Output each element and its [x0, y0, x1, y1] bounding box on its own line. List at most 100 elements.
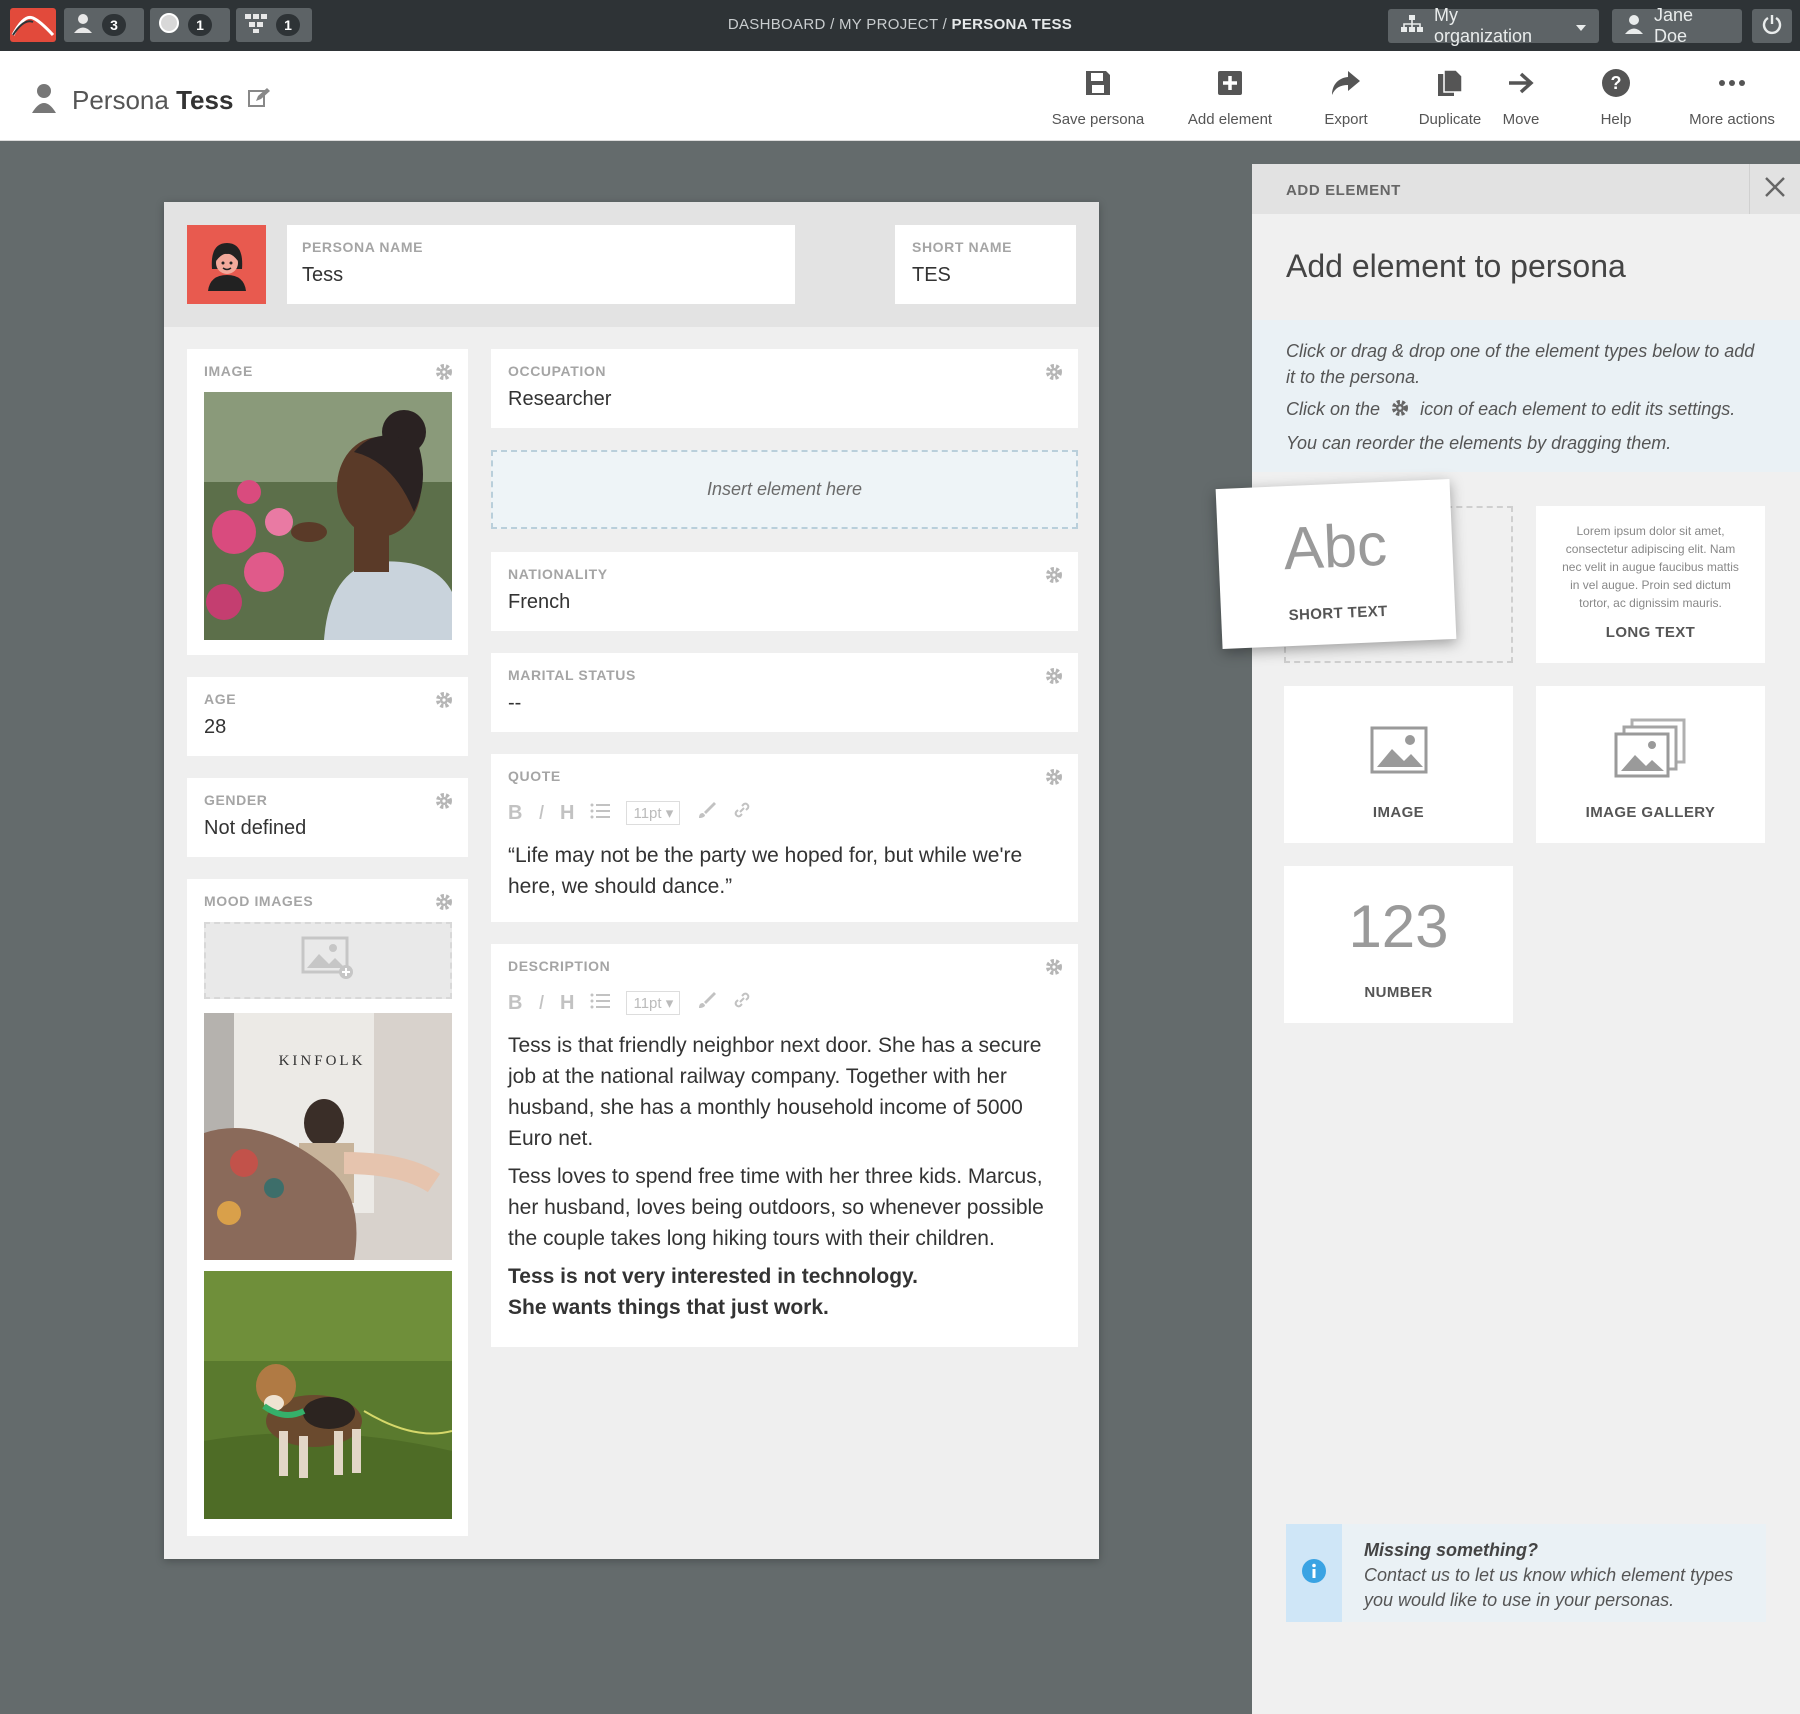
italic-button[interactable]: I	[538, 802, 544, 825]
instruction-text: icon of each element to edit its setting…	[1420, 399, 1736, 419]
add-element-button[interactable]: Add element	[1175, 65, 1285, 128]
persona-name-field[interactable]: PERSONA NAME Tess	[287, 225, 795, 304]
add-mood-image-dropzone[interactable]	[204, 922, 452, 999]
move-label: Move	[1502, 111, 1540, 128]
mood-image-magazine[interactable]: KINFOLK	[204, 1013, 452, 1260]
mood-images-element[interactable]: MOOD IMAGES KINFOLK	[187, 879, 468, 1536]
user-name: Jane Doe	[1654, 5, 1694, 46]
marital-status-element[interactable]: MARITAL STATUS --	[491, 653, 1078, 732]
arrow-right-icon	[1466, 65, 1576, 101]
nationality-label: NATIONALITY	[508, 566, 608, 582]
nationality-value: French	[508, 591, 571, 613]
ellipsis-icon	[1677, 65, 1787, 101]
bold-button[interactable]: B	[508, 992, 522, 1015]
add-image-icon	[301, 936, 355, 985]
long-text-sample: Lorem ipsum dolor sit amet, consectetur …	[1562, 524, 1739, 610]
gender-label: GENDER	[204, 792, 268, 808]
gear-icon[interactable]	[435, 893, 453, 916]
help-button[interactable]: ? Help	[1561, 65, 1671, 128]
short-name-field[interactable]: SHORT NAME TES	[895, 225, 1076, 304]
missing-body[interactable]: Contact us to let us know which element …	[1364, 1565, 1733, 1610]
close-panel-button[interactable]	[1749, 164, 1800, 214]
font-size-select[interactable]: 11pt ▾	[626, 991, 681, 1015]
font-size-select[interactable]: 11pt ▾	[626, 801, 681, 825]
breadcrumb-separator: /	[830, 16, 835, 33]
link-icon[interactable]	[732, 990, 752, 1016]
instruction-text: Click on the	[1286, 399, 1381, 419]
brush-icon[interactable]	[696, 990, 717, 1016]
gear-icon[interactable]	[435, 363, 453, 386]
gear-icon[interactable]	[1045, 566, 1063, 589]
gear-icon[interactable]	[1045, 667, 1063, 690]
persona-name-value: Tess	[302, 264, 344, 286]
plus-square-icon	[1175, 65, 1285, 101]
persona-icon	[30, 81, 58, 120]
gear-icon	[1391, 398, 1409, 424]
image-label: IMAGE	[204, 363, 253, 379]
list-icon[interactable]	[590, 802, 611, 825]
woman-avatar-icon	[207, 242, 246, 291]
quote-element[interactable]: QUOTE B I H 11pt ▾ “Life may not be the …	[491, 754, 1078, 922]
save-persona-button[interactable]: Save persona	[1043, 65, 1153, 128]
occupation-element[interactable]: OCCUPATION Researcher	[491, 349, 1078, 428]
long-text-tile[interactable]: Lorem ipsum dolor sit amet, consectetur …	[1536, 506, 1765, 663]
breadcrumb-dashboard[interactable]: DASHBOARD	[728, 16, 826, 33]
info-icon	[1301, 1558, 1327, 1589]
brush-icon[interactable]	[696, 800, 717, 826]
list-icon[interactable]	[590, 992, 611, 1015]
number-sample: 123	[1348, 893, 1449, 960]
gear-icon[interactable]	[1045, 958, 1063, 981]
image-gallery-tile[interactable]: IMAGE GALLERY	[1536, 686, 1765, 843]
export-button[interactable]: Export	[1291, 65, 1401, 128]
instruction-line: Click or drag & drop one of the element …	[1286, 341, 1755, 387]
organization-dropdown[interactable]: My organization	[1388, 5, 1599, 46]
font-size-value: 11pt	[633, 805, 662, 822]
gear-icon[interactable]	[435, 691, 453, 714]
heading-button[interactable]: H	[560, 992, 574, 1015]
italic-button[interactable]: I	[538, 992, 544, 1015]
description-element[interactable]: DESCRIPTION B I H 11pt ▾ Tess is that fr…	[491, 944, 1078, 1347]
edit-icon[interactable]	[247, 85, 271, 116]
add-element-panel: ADD ELEMENT Add element to persona Click…	[1252, 164, 1800, 1714]
image-gallery-label: IMAGE GALLERY	[1585, 804, 1716, 821]
image-element[interactable]: IMAGE	[187, 349, 468, 655]
gear-icon[interactable]	[1045, 768, 1063, 791]
title-name: Tess	[176, 85, 234, 115]
number-tile[interactable]: 123 NUMBER	[1284, 866, 1513, 1023]
logout-button[interactable]	[1752, 9, 1792, 43]
description-text[interactable]: Tess is that friendly neighbor next door…	[508, 1030, 1061, 1323]
marital-status-label: MARITAL STATUS	[508, 667, 636, 683]
short-name-value: TES	[912, 264, 951, 286]
floppy-disk-icon	[1043, 65, 1153, 101]
image-tile[interactable]: IMAGE	[1284, 686, 1513, 843]
user-menu[interactable]: Jane Doe	[1612, 5, 1742, 46]
gender-element[interactable]: GENDER Not defined	[187, 778, 468, 857]
gear-icon[interactable]	[1045, 363, 1063, 386]
long-text-label: LONG TEXT	[1605, 624, 1696, 641]
age-element[interactable]: AGE 28	[187, 677, 468, 756]
bold-button[interactable]: B	[508, 802, 522, 825]
link-icon[interactable]	[732, 800, 752, 826]
quote-text[interactable]: “Life may not be the party we hoped for,…	[508, 840, 1061, 902]
persona-photo	[204, 392, 452, 640]
save-persona-label: Save persona	[1051, 111, 1145, 128]
heading-button[interactable]: H	[560, 802, 574, 825]
short-text-tile[interactable]: Abc SHORT TEXT	[1215, 478, 1457, 650]
gear-icon[interactable]	[435, 792, 453, 815]
persona-avatar[interactable]	[187, 225, 266, 304]
nationality-element[interactable]: NATIONALITY French	[491, 552, 1078, 631]
mood-image-dog[interactable]	[204, 1271, 452, 1519]
organization-icon	[1400, 14, 1424, 39]
description-bold-line: Tess is not very interested in technolog…	[508, 1265, 918, 1288]
breadcrumb-project[interactable]: MY PROJECT	[839, 16, 938, 33]
marital-status-value: --	[508, 692, 522, 714]
mood-images-label: MOOD IMAGES	[204, 893, 314, 909]
persona-card: PERSONA NAME Tess SHORT NAME TES IMAGE A…	[164, 202, 1099, 1559]
instruction-line: You can reorder the elements by dragging…	[1286, 433, 1672, 453]
move-button[interactable]: Move	[1466, 65, 1576, 128]
image-icon	[1284, 726, 1513, 779]
title-prefix: Persona	[72, 85, 169, 115]
more-actions-button[interactable]: More actions	[1677, 65, 1787, 128]
persona-name-label: PERSONA NAME	[302, 239, 424, 255]
insert-element-dropzone[interactable]: Insert element here	[491, 450, 1078, 529]
